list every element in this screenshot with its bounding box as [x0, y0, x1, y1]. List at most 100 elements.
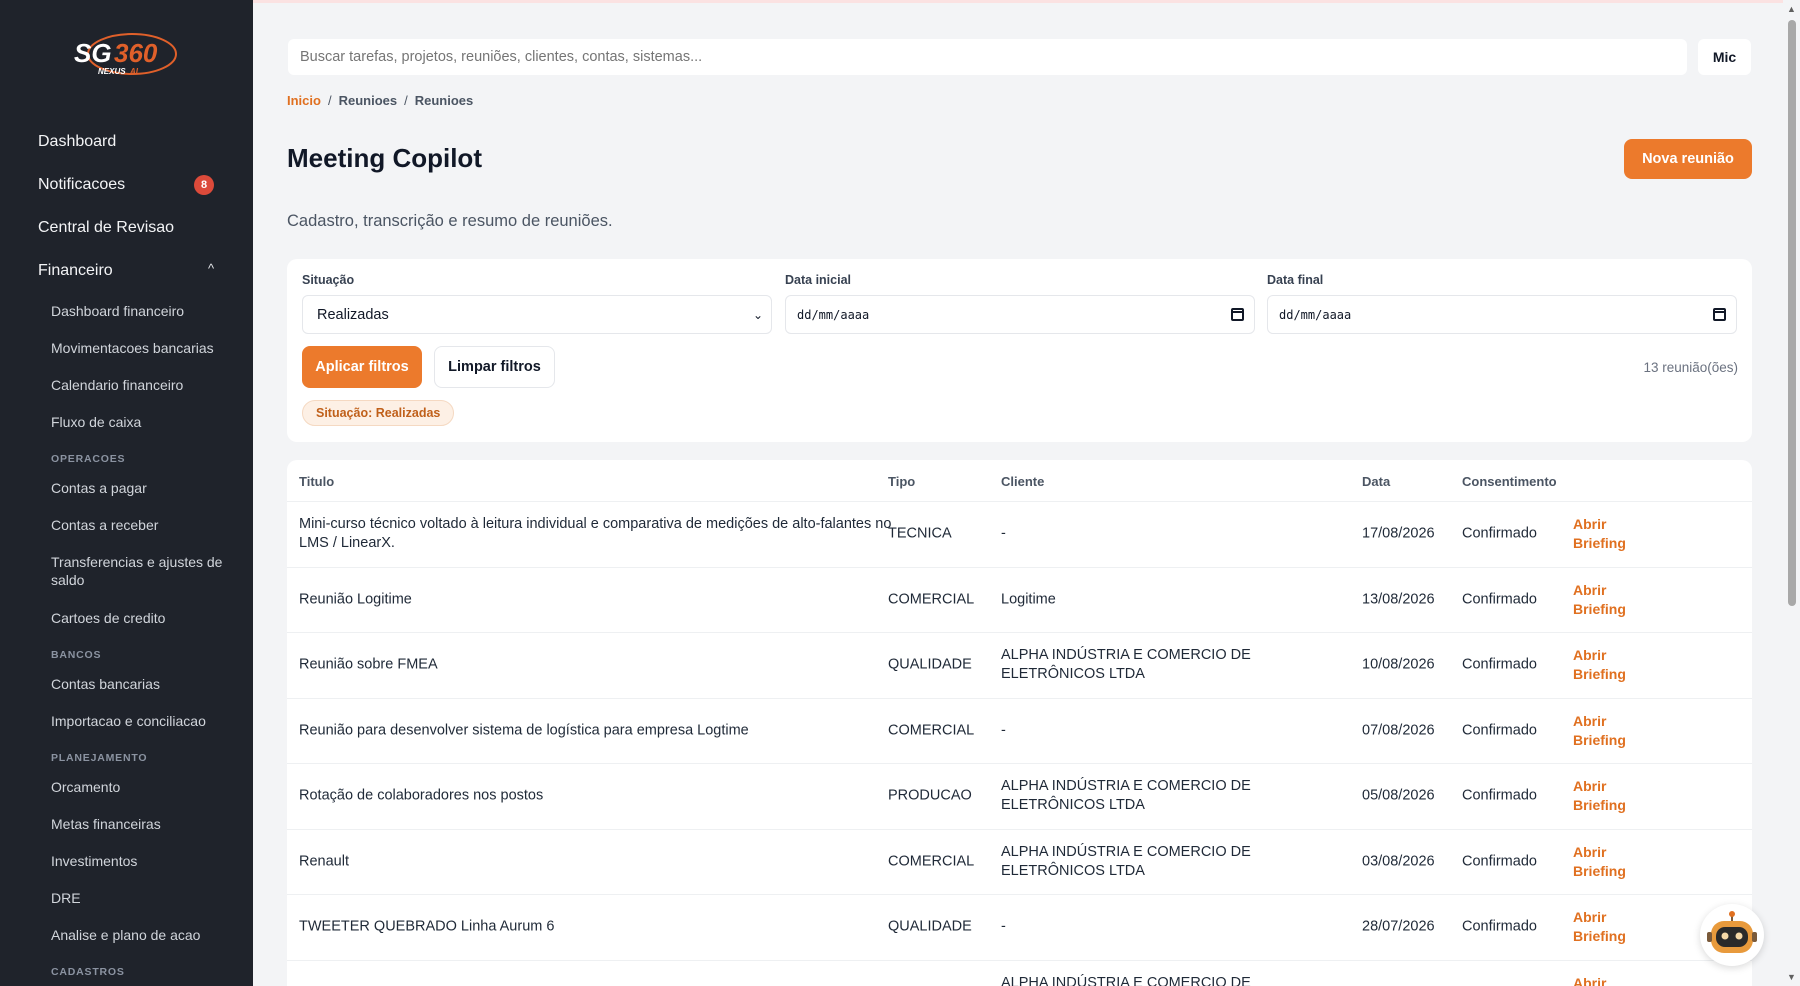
cell-tipo: PRODUCAO: [888, 787, 972, 804]
filter-panel: Situação Realizadas ⌄ Data inicial dd/mm…: [287, 259, 1752, 442]
situacao-select[interactable]: Realizadas ⌄: [302, 295, 772, 334]
page-subtitle: Cadastro, transcrição e resumo de reuniõ…: [287, 212, 613, 230]
breadcrumb: Inicio / Reunioes / Reunioes: [287, 93, 473, 108]
abrir-briefing-link[interactable]: Abrir Briefing: [1573, 515, 1643, 553]
sidebar-item-investimentos[interactable]: Investimentos: [0, 842, 253, 879]
calendar-icon[interactable]: [1231, 308, 1244, 321]
sidebar-section-bancos: BANCOS: [51, 649, 102, 661]
cell-titulo: Renault: [299, 853, 349, 870]
sidebar-item-fluxo-de-caixa[interactable]: Fluxo de caixa: [0, 403, 253, 440]
abrir-briefing-link[interactable]: Abrir Briefing: [1573, 646, 1643, 684]
calendar-icon[interactable]: [1713, 308, 1726, 321]
data-inicial-label: Data inicial: [785, 273, 851, 287]
column-header-titulo: Titulo: [299, 474, 335, 489]
cell-tipo: QUALIDADE: [888, 656, 972, 673]
data-inicial-input[interactable]: dd/mm/aaaa: [785, 295, 1255, 334]
abrir-briefing-link[interactable]: Abrir Briefing: [1573, 712, 1643, 750]
main-content: Mic Inicio / Reunioes / Reunioes Meeting…: [253, 0, 1783, 986]
cell-data: 13/08/2026: [1362, 591, 1435, 608]
data-final-placeholder: dd/mm/aaaa: [1279, 307, 1352, 322]
column-header-cliente: Cliente: [1001, 474, 1045, 489]
sidebar-item-dashboard-financeiro[interactable]: Dashboard financeiro: [0, 292, 253, 329]
sidebar-item-contas-bancarias[interactable]: Contas bancarias: [0, 665, 253, 702]
sidebar-item-financeiro[interactable]: Financeiro ^: [0, 249, 253, 292]
sidebar-item-contas-a-pagar[interactable]: Contas a pagar: [0, 469, 253, 506]
table-row: Rotação de colaboradores nos postos PROD…: [287, 764, 1752, 830]
nova-reuniao-button[interactable]: Nova reunião: [1624, 139, 1752, 179]
cell-consentimento: Confirmado: [1462, 591, 1537, 608]
assistant-bot-button[interactable]: [1700, 904, 1764, 966]
cell-data: 10/08/2026: [1362, 656, 1435, 673]
cell-cliente: ALPHA INDÚSTRIA E COMERCIO DE ELETRÔNICO…: [1001, 843, 1251, 879]
top-accent-line: [253, 0, 1783, 3]
sidebar-item-analise-plano-acao[interactable]: Analise e plano de acao: [0, 916, 253, 953]
robot-icon: [1707, 911, 1757, 953]
page-title: Meeting Copilot: [287, 143, 482, 173]
notification-count-badge: 8: [194, 175, 214, 195]
table-row: Mini-curso técnico voltado à leitura ind…: [287, 502, 1752, 568]
sidebar-item-central-de-revisao[interactable]: Central de Revisao: [0, 206, 253, 249]
abrir-briefing-link[interactable]: Abrir Briefing: [1573, 974, 1643, 986]
limpar-filtros-button[interactable]: Limpar filtros: [434, 346, 555, 388]
table-row: Reunião Logitime COMERCIAL Logitime 13/0…: [287, 568, 1752, 633]
cell-consentimento: Confirmado: [1462, 722, 1537, 739]
situacao-selected-value: Realizadas: [317, 306, 389, 323]
mic-button[interactable]: Mic: [1698, 39, 1751, 75]
sidebar-item-dre[interactable]: DRE: [0, 879, 253, 916]
sidebar-nav: Dashboard Notificacoes 8 Central de Revi…: [0, 120, 253, 982]
result-count: 13 reunião(ões): [1643, 360, 1738, 375]
cell-data: 03/08/2026: [1362, 853, 1435, 870]
sidebar-item-movimentacoes-bancarias[interactable]: Movimentacoes bancarias: [0, 329, 253, 366]
data-final-input[interactable]: dd/mm/aaaa: [1267, 295, 1737, 334]
sg360-logo[interactable]: SG 360 NEXUS AI: [70, 30, 186, 84]
chevron-down-icon: ⌄: [752, 308, 763, 322]
sidebar-item-transferencias[interactable]: Transferencias e ajustes de saldo: [0, 543, 253, 599]
cell-cliente: -: [1001, 722, 1006, 739]
cell-tipo: COMERCIAL: [888, 722, 975, 739]
sidebar-item-label: Notificacoes: [38, 175, 126, 193]
active-filter-chip[interactable]: Situação: Realizadas: [302, 400, 455, 426]
sidebar-item-label: Central de Revisao: [38, 218, 175, 236]
scroll-up-arrow-icon[interactable]: ▲: [1787, 4, 1796, 14]
sidebar-item-contas-a-receber[interactable]: Contas a receber: [0, 506, 253, 543]
sidebar-item-label: Financeiro: [38, 261, 113, 279]
sidebar-item-metas-financeiras[interactable]: Metas financeiras: [0, 805, 253, 842]
svg-text:360: 360: [114, 38, 158, 68]
table-header: Titulo Tipo Cliente Data Consentimento: [287, 460, 1752, 502]
sidebar-section-planejamento: PLANEJAMENTO: [51, 752, 148, 764]
svg-text:SG: SG: [74, 38, 112, 68]
table-row: ALPHA INDÚSTRIA E COMERCIO DE ELETRÔNICO…: [287, 961, 1752, 986]
aplicar-filtros-button[interactable]: Aplicar filtros: [302, 346, 422, 388]
page-scrollbar[interactable]: ▲ ▼: [1783, 0, 1800, 986]
sidebar-item-notificacoes[interactable]: Notificacoes 8: [0, 163, 253, 206]
sidebar-item-importacao-conciliacao[interactable]: Importacao e conciliacao: [0, 702, 253, 739]
cell-titulo: Reunião Logitime: [299, 591, 412, 608]
breadcrumb-separator: /: [404, 93, 408, 108]
global-search-input[interactable]: [288, 39, 1687, 75]
svg-text:NEXUS: NEXUS: [98, 67, 126, 76]
meetings-table: Titulo Tipo Cliente Data Consentimento M…: [287, 460, 1752, 986]
scrollbar-thumb[interactable]: [1788, 20, 1796, 606]
sidebar-item-label: Dashboard: [38, 132, 117, 150]
sidebar-item-calendario-financeiro[interactable]: Calendario financeiro: [0, 366, 253, 403]
collapse-caret-icon[interactable]: ^: [208, 261, 214, 276]
table-row: Reunião sobre FMEA QUALIDADE ALPHA INDÚS…: [287, 633, 1752, 699]
breadcrumb-home-link[interactable]: Inicio: [287, 93, 321, 108]
sidebar-item-orcamento[interactable]: Orcamento: [0, 768, 253, 805]
breadcrumb-reunioes-link[interactable]: Reunioes: [339, 93, 398, 108]
sidebar-item-dashboard[interactable]: Dashboard: [0, 120, 253, 163]
cell-cliente: ALPHA INDÚSTRIA E COMERCIO DE ELETRÔNICO…: [1001, 647, 1251, 683]
cell-cliente: -: [1001, 525, 1006, 542]
scroll-down-arrow-icon[interactable]: ▼: [1787, 972, 1796, 982]
abrir-briefing-link[interactable]: Abrir Briefing: [1573, 908, 1643, 946]
column-header-data: Data: [1362, 474, 1391, 489]
abrir-briefing-link[interactable]: Abrir Briefing: [1573, 581, 1643, 619]
abrir-briefing-link[interactable]: Abrir Briefing: [1573, 843, 1643, 881]
sidebar-item-cartoes-de-credito[interactable]: Cartoes de credito: [0, 599, 253, 636]
abrir-briefing-link[interactable]: Abrir Briefing: [1573, 777, 1643, 815]
cell-titulo: Reunião sobre FMEA: [299, 656, 438, 673]
cell-tipo: COMERCIAL: [888, 591, 975, 608]
cell-titulo: Mini-curso técnico voltado à leitura ind…: [299, 516, 892, 552]
column-header-consentimento: Consentimento: [1462, 474, 1557, 489]
sidebar: SG 360 NEXUS AI Dashboard Notificacoes 8…: [0, 0, 253, 986]
